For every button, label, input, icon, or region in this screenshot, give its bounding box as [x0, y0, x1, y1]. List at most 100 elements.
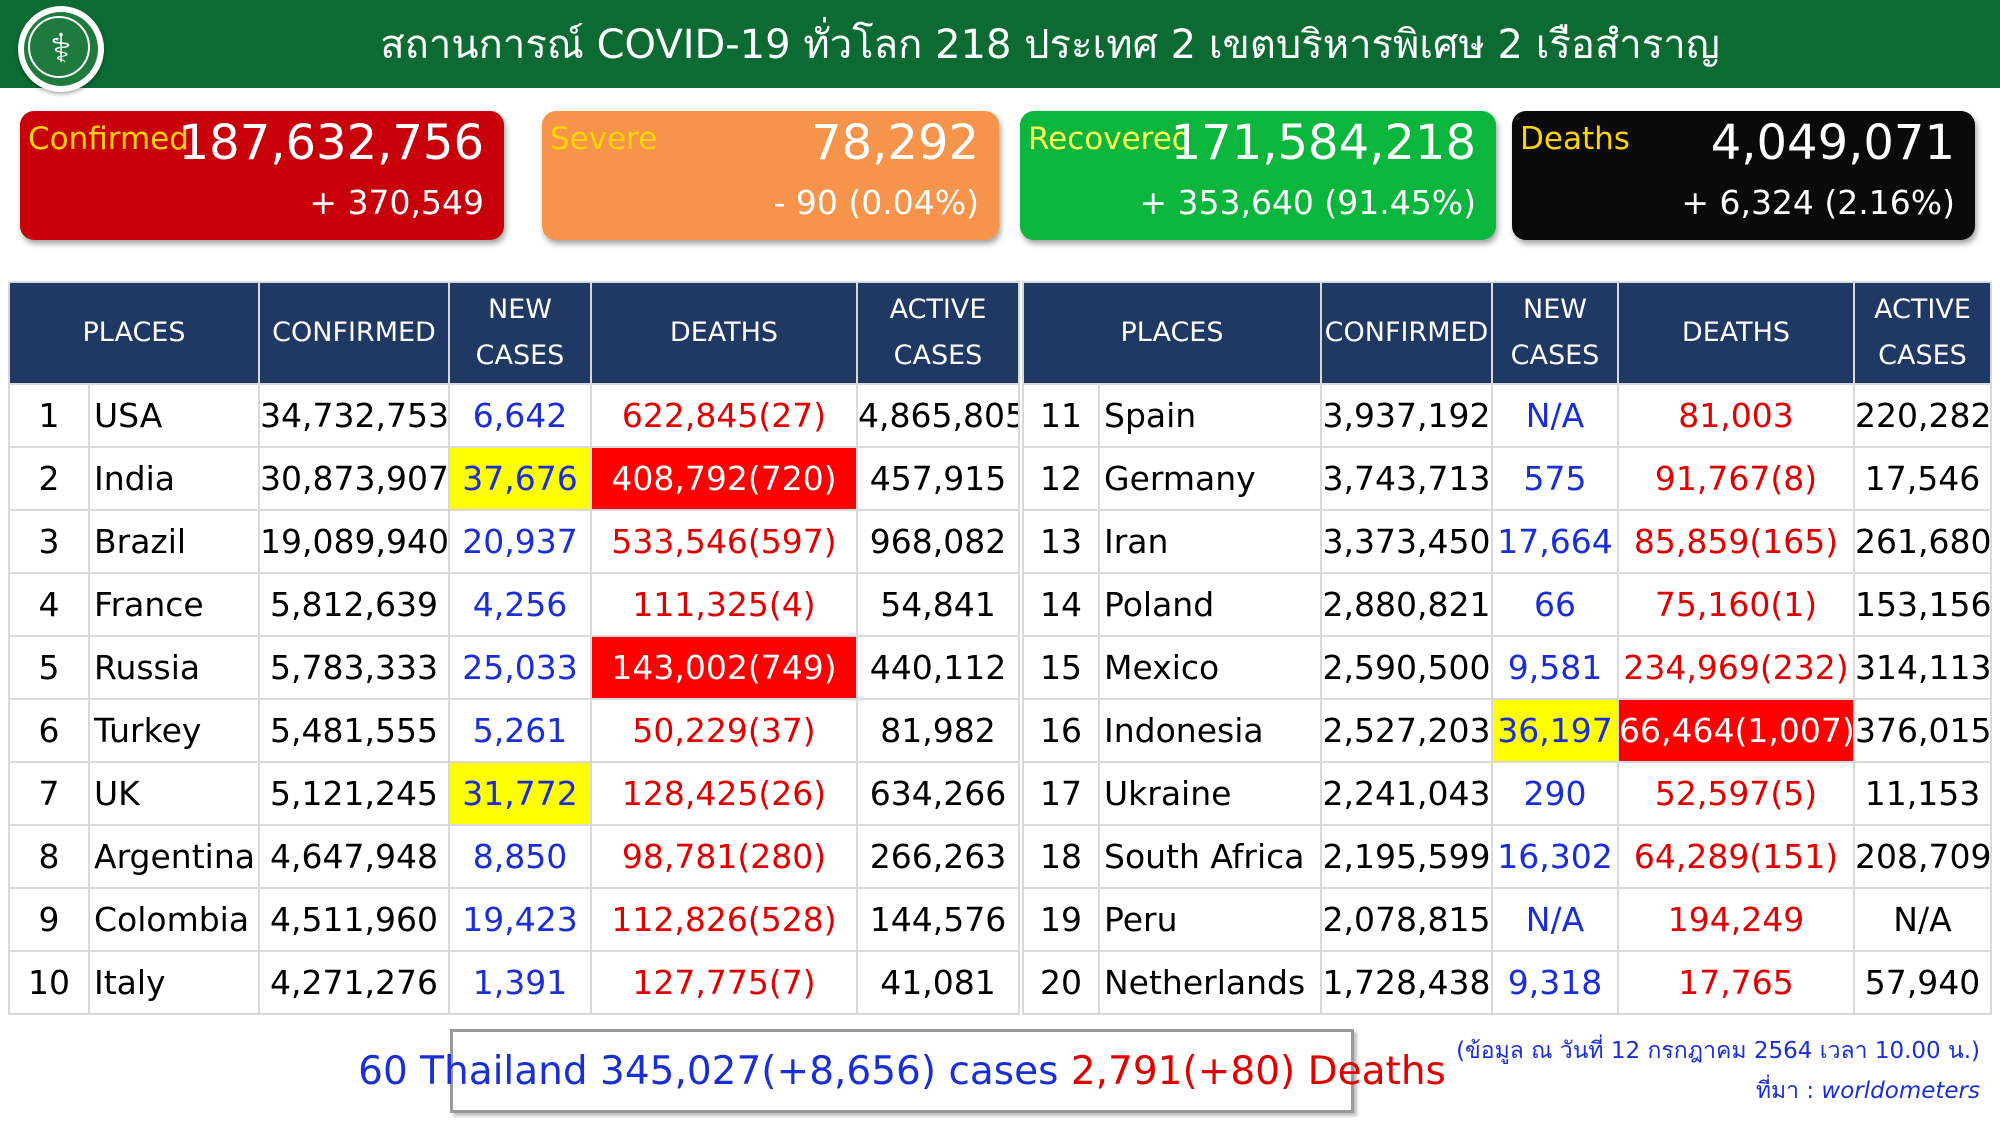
- new-cases-cell: 4,256: [448, 572, 592, 637]
- recovered-value: 171,584,218: [1170, 115, 1476, 171]
- table-row: 2 India 30,873,907 37,676 408,792(720) 457,91…: [8, 446, 1020, 511]
- rank-cell: 8: [8, 824, 90, 889]
- confirmed-cell: 5,121,245: [258, 761, 450, 826]
- active-cases-cell: 54,841: [856, 572, 1020, 637]
- confirmed-cell: 34,732,753: [258, 383, 450, 448]
- rank-cell: 5: [8, 635, 90, 700]
- rank-cell: 13: [1022, 509, 1100, 574]
- active-cases-cell: 144,576: [856, 887, 1020, 952]
- new-cases-cell: 16,302: [1491, 824, 1619, 889]
- table-row: 4 France 5,812,639 4,256 111,325(4) 54,841: [8, 572, 1020, 637]
- table-header-row: PLACES CONFIRMED NEW CASES DEATHS ACTIVE C…: [1022, 281, 1992, 385]
- active-cases-cell: 208,709: [1853, 824, 1992, 889]
- active-cases-cell: 11,153: [1853, 761, 1992, 826]
- active-cases-cell: 314,113: [1853, 635, 1992, 700]
- severe-change: - 90 (0.04%): [773, 183, 979, 222]
- new-cases-cell: 9,581: [1491, 635, 1619, 700]
- header-new-cases-line2: CASES: [1510, 340, 1600, 371]
- table-row: 16 Indonesia 2,527,203 36,197 66,464(1,007) 3…: [1022, 698, 1992, 763]
- rank-cell: 9: [8, 887, 90, 952]
- new-cases-cell: N/A: [1491, 383, 1619, 448]
- rank-cell: 2: [8, 446, 90, 511]
- header-confirmed: CONFIRMED: [258, 281, 450, 385]
- table-row: 17 Ukraine 2,241,043 290 52,597(5) 11,153: [1022, 761, 1992, 826]
- deaths-cell: 75,160(1): [1617, 572, 1855, 637]
- active-cases-cell: 634,266: [856, 761, 1020, 826]
- country-table-left: PLACES CONFIRMED NEW CASES DEATHS ACTIVE C…: [8, 281, 1020, 1015]
- place-cell: Ukraine: [1098, 761, 1322, 826]
- header-places: PLACES: [8, 281, 260, 385]
- place-cell: South Africa: [1098, 824, 1322, 889]
- data-source-note: ที่มา : worldometers: [1756, 1073, 1980, 1109]
- confirmed-cell: 3,373,450: [1320, 509, 1493, 574]
- confirmed-cell: 5,783,333: [258, 635, 450, 700]
- confirmed-cell: 2,590,500: [1320, 635, 1493, 700]
- rank-cell: 3: [8, 509, 90, 574]
- place-cell: Russia: [88, 635, 260, 700]
- confirmed-cell: 5,481,555: [258, 698, 450, 763]
- severe-card: Severe 78,292 - 90 (0.04%): [542, 111, 999, 240]
- table-row: 20 Netherlands 1,728,438 9,318 17,765 57,940: [1022, 950, 1992, 1015]
- table-row: 18 South Africa 2,195,599 16,302 64,289(151)…: [1022, 824, 1992, 889]
- table-row: 5 Russia 5,783,333 25,033 143,002(749) 440,11…: [8, 635, 1020, 700]
- rank-cell: 7: [8, 761, 90, 826]
- place-cell: Turkey: [88, 698, 260, 763]
- active-cases-cell: 457,915: [856, 446, 1020, 511]
- new-cases-cell: 5,261: [448, 698, 592, 763]
- new-cases-cell: 25,033: [448, 635, 592, 700]
- deaths-cell: 234,969(232): [1617, 635, 1855, 700]
- table-row: 9 Colombia 4,511,960 19,423 112,826(528) 144,…: [8, 887, 1020, 952]
- confirmed-cell: 1,728,438: [1320, 950, 1493, 1015]
- place-cell: USA: [88, 383, 260, 448]
- country-table-right: PLACES CONFIRMED NEW CASES DEATHS ACTIVE C…: [1022, 281, 1992, 1015]
- table-row: 6 Turkey 5,481,555 5,261 50,229(37) 81,982: [8, 698, 1020, 763]
- new-cases-cell: 575: [1491, 446, 1619, 511]
- deaths-cell: 111,325(4): [590, 572, 858, 637]
- header-confirmed: CONFIRMED: [1320, 281, 1493, 385]
- place-cell: India: [88, 446, 260, 511]
- deaths-cell: 17,765: [1617, 950, 1855, 1015]
- deaths-cell: 50,229(37): [590, 698, 858, 763]
- place-cell: France: [88, 572, 260, 637]
- place-cell: Brazil: [88, 509, 260, 574]
- rank-cell: 20: [1022, 950, 1100, 1015]
- confirmed-cell: 2,880,821: [1320, 572, 1493, 637]
- severe-label: Severe: [550, 121, 658, 157]
- new-cases-cell: 66: [1491, 572, 1619, 637]
- confirmed-cell: 2,078,815: [1320, 887, 1493, 952]
- header-new-cases-line1: NEW: [488, 294, 552, 325]
- severe-value: 78,292: [811, 115, 979, 171]
- deaths-cell: 127,775(7): [590, 950, 858, 1015]
- place-cell: Argentina: [88, 824, 260, 889]
- table-row: 12 Germany 3,743,713 575 91,767(8) 17,546: [1022, 446, 1992, 511]
- table-row: 3 Brazil 19,089,940 20,937 533,546(597) 968,0…: [8, 509, 1020, 574]
- confirmed-change: + 370,549: [309, 183, 484, 222]
- new-cases-cell: 1,391: [448, 950, 592, 1015]
- header-new-cases-line1: NEW: [1523, 294, 1587, 325]
- place-cell: Colombia: [88, 887, 260, 952]
- header-places: PLACES: [1022, 281, 1322, 385]
- rank-cell: 15: [1022, 635, 1100, 700]
- rank-cell: 14: [1022, 572, 1100, 637]
- confirmed-label: Confirmed: [28, 121, 189, 157]
- header-active-line2: CASES: [1878, 340, 1967, 371]
- active-cases-cell: 266,263: [856, 824, 1020, 889]
- page-title: สถานการณ์ COVID-19 ทั่วโลก 218 ประเทศ 2 …: [380, 22, 1720, 68]
- header-active-cases: ACTIVE CASES: [856, 281, 1020, 385]
- table-row: 15 Mexico 2,590,500 9,581 234,969(232) 314,11…: [1022, 635, 1992, 700]
- confirmed-cell: 2,527,203: [1320, 698, 1493, 763]
- header-new-cases: NEW CASES: [1491, 281, 1619, 385]
- deaths-cell: 112,826(528): [590, 887, 858, 952]
- active-cases-cell: 4,865,805: [856, 383, 1020, 448]
- source-name: worldometers: [1821, 1078, 1980, 1104]
- place-cell: Poland: [1098, 572, 1322, 637]
- active-cases-cell: 153,156: [1853, 572, 1992, 637]
- table-row: 7 UK 5,121,245 31,772 128,425(26) 634,266: [8, 761, 1020, 826]
- deaths-cell: 128,425(26): [590, 761, 858, 826]
- deaths-cell: 52,597(5): [1617, 761, 1855, 826]
- rank-cell: 4: [8, 572, 90, 637]
- place-cell: UK: [88, 761, 260, 826]
- rank-cell: 19: [1022, 887, 1100, 952]
- rank-cell: 6: [8, 698, 90, 763]
- confirmed-cell: 3,937,192: [1320, 383, 1493, 448]
